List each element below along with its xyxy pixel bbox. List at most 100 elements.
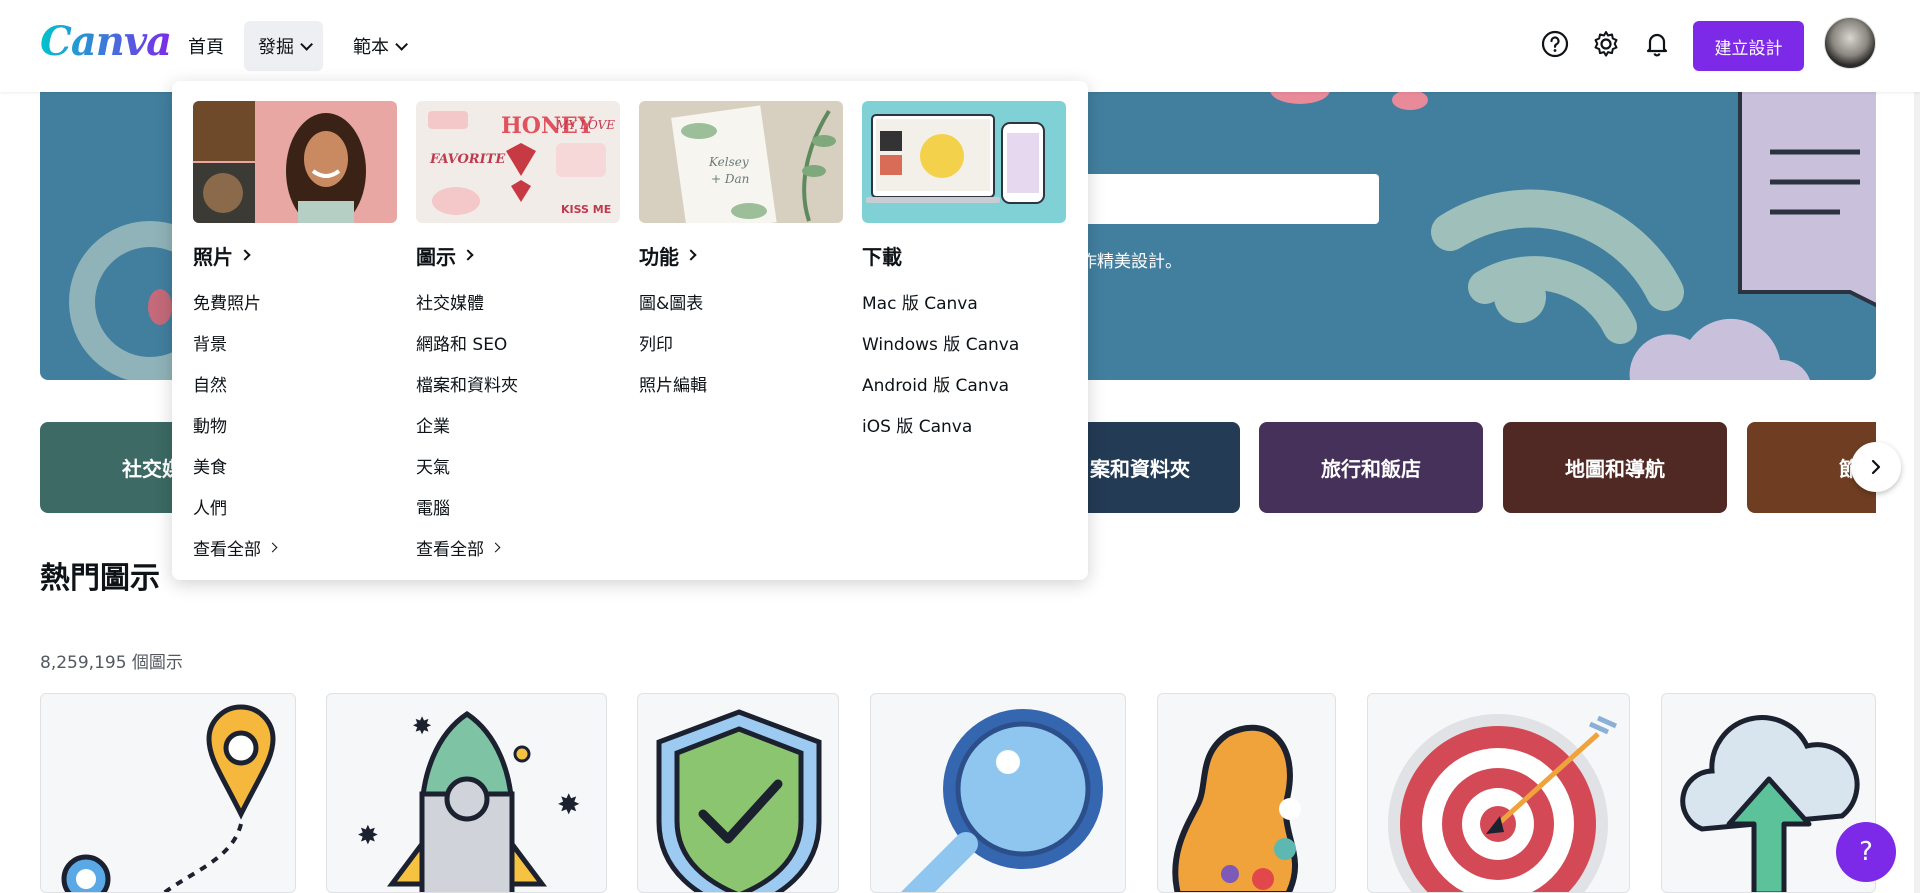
icon-card-target[interactable] bbox=[1367, 693, 1630, 893]
result-count: 8,259,195 個圖示 bbox=[40, 653, 183, 673]
top-navigation-bar: Canva 首頁 發掘 範本 建立設計 bbox=[0, 0, 1920, 92]
icon-card-map-pin[interactable] bbox=[40, 693, 296, 893]
download-heading-label: 下載 bbox=[862, 244, 902, 269]
category-label: 旅行和飯店 bbox=[1321, 457, 1421, 481]
chevron-down-icon bbox=[395, 37, 408, 51]
link-computer[interactable]: 電腦 bbox=[416, 486, 620, 527]
link-files-folders[interactable]: 檔案和資料夾 bbox=[416, 363, 620, 404]
category-label: 地圖和導航 bbox=[1565, 457, 1665, 481]
link-weather[interactable]: 天氣 bbox=[416, 445, 620, 486]
nav-discover-label: 發掘 bbox=[258, 37, 294, 58]
avatar[interactable] bbox=[1824, 17, 1876, 69]
download-link-list: Mac 版 Canva Windows 版 Canva Android 版 Ca… bbox=[862, 281, 1066, 445]
features-link-list: 圖&圖表 列印 照片編輯 bbox=[639, 281, 843, 404]
graphics-heading[interactable]: 圖示 bbox=[416, 241, 620, 269]
nav-home[interactable]: 首頁 bbox=[174, 21, 238, 71]
gear-icon[interactable] bbox=[1590, 28, 1622, 60]
target-icon bbox=[1388, 714, 1618, 892]
nav-templates-label: 範本 bbox=[353, 37, 389, 58]
graphics-image: HONEY MY LOVE FAVORITE KISS ME bbox=[416, 101, 620, 223]
link-social-media[interactable]: 社交媒體 bbox=[416, 281, 620, 322]
section-title: 熱門圖示 bbox=[40, 561, 160, 596]
svg-text:FAVORITE: FAVORITE bbox=[429, 152, 506, 167]
create-design-button[interactable]: 建立設計 bbox=[1693, 21, 1804, 71]
palette-icon bbox=[1172, 724, 1301, 892]
link-nature[interactable]: 自然 bbox=[193, 363, 397, 404]
bell-icon[interactable] bbox=[1641, 28, 1673, 60]
icon-card-rocket[interactable]: ✸ ✸ ✸ bbox=[326, 693, 607, 893]
category-label: 案和資料夾 bbox=[1090, 457, 1190, 481]
photos-link-list: 免費照片 背景 自然 動物 美食 人們 查看全部 bbox=[193, 281, 397, 568]
category-tile-travel[interactable]: 旅行和飯店 bbox=[1259, 422, 1483, 513]
nav-home-label: 首頁 bbox=[188, 37, 224, 58]
link-android[interactable]: Android 版 Canva bbox=[862, 363, 1066, 404]
chevron-right-icon bbox=[685, 249, 697, 261]
link-web-seo[interactable]: 網路和 SEO bbox=[416, 322, 620, 363]
photos-image bbox=[193, 101, 397, 223]
discover-dropdown-menu: 照片 免費照片 背景 自然 動物 美食 人們 查看全部 HONEY MY LOV… bbox=[172, 81, 1088, 580]
photos-thumbnail[interactable] bbox=[193, 101, 397, 223]
icon-card-shield[interactable] bbox=[637, 693, 839, 893]
photos-see-all-link[interactable]: 查看全部 bbox=[193, 527, 397, 568]
link-backgrounds[interactable]: 背景 bbox=[193, 322, 397, 363]
link-food[interactable]: 美食 bbox=[193, 445, 397, 486]
icon-card-palette[interactable] bbox=[1157, 693, 1336, 893]
dropdown-column-graphics: HONEY MY LOVE FAVORITE KISS ME 圖示 社交媒體 網… bbox=[416, 101, 620, 568]
nav-discover[interactable]: 發掘 bbox=[244, 21, 323, 71]
features-heading-label: 功能 bbox=[639, 244, 679, 269]
link-people[interactable]: 人們 bbox=[193, 486, 397, 527]
link-photo-editing[interactable]: 照片編輯 bbox=[639, 363, 843, 404]
link-print[interactable]: 列印 bbox=[639, 322, 843, 363]
link-animals[interactable]: 動物 bbox=[193, 404, 397, 445]
link-windows[interactable]: Windows 版 Canva bbox=[862, 322, 1066, 363]
graphics-see-all-link[interactable]: 查看全部 bbox=[416, 527, 620, 568]
category-tile-maps[interactable]: 地圖和導航 bbox=[1503, 422, 1727, 513]
chevron-right-icon bbox=[239, 249, 251, 261]
carousel-next-button[interactable] bbox=[1851, 442, 1901, 492]
features-image: Kelsey + Dan bbox=[639, 101, 843, 223]
hero-search-input[interactable] bbox=[1080, 174, 1379, 224]
download-thumbnail[interactable] bbox=[862, 101, 1066, 223]
dropdown-column-photos: 照片 免費照片 背景 自然 動物 美食 人們 查看全部 bbox=[193, 101, 397, 568]
svg-text:MY LOVE: MY LOVE bbox=[555, 118, 615, 132]
icon-card-magnifier[interactable] bbox=[870, 693, 1126, 893]
link-mac[interactable]: Mac 版 Canva bbox=[862, 281, 1066, 322]
canva-logo[interactable]: Canva bbox=[40, 18, 172, 65]
link-charts[interactable]: 圖&圖表 bbox=[639, 281, 843, 322]
magnifier-icon bbox=[901, 709, 1103, 892]
help-icon[interactable] bbox=[1539, 28, 1571, 60]
link-ios[interactable]: iOS 版 Canva bbox=[862, 404, 1066, 445]
link-business[interactable]: 企業 bbox=[416, 404, 620, 445]
svg-text:✸: ✸ bbox=[357, 821, 379, 851]
svg-text:Kelsey: Kelsey bbox=[708, 155, 749, 169]
hero-subtitle: 作精美設計。 bbox=[1080, 252, 1182, 272]
chevron-right-icon bbox=[1871, 459, 1881, 475]
svg-text:✸: ✸ bbox=[412, 712, 432, 740]
download-heading: 下載 bbox=[862, 241, 1066, 269]
features-thumbnail[interactable]: Kelsey + Dan bbox=[639, 101, 843, 223]
chevron-right-icon bbox=[267, 542, 278, 553]
nav-templates[interactable]: 範本 bbox=[339, 21, 418, 71]
features-heading[interactable]: 功能 bbox=[639, 241, 843, 269]
chevron-down-icon bbox=[300, 37, 313, 51]
dropdown-column-features: Kelsey + Dan 功能 圖&圖表 列印 照片編輯 bbox=[639, 101, 843, 404]
dropdown-column-download: 下載 Mac 版 Canva Windows 版 Canva Android 版… bbox=[862, 101, 1066, 445]
photos-heading[interactable]: 照片 bbox=[193, 241, 397, 269]
page-scrollbar[interactable] bbox=[1914, 0, 1920, 893]
svg-text:✸: ✸ bbox=[557, 788, 580, 821]
chevron-right-icon bbox=[490, 542, 501, 553]
chevron-right-icon bbox=[462, 249, 474, 261]
see-all-label: 查看全部 bbox=[416, 540, 484, 560]
shield-check-icon bbox=[656, 709, 822, 892]
map-pin-icon bbox=[61, 704, 276, 892]
download-image bbox=[862, 101, 1066, 223]
graphics-thumbnail[interactable]: HONEY MY LOVE FAVORITE KISS ME bbox=[416, 101, 620, 223]
link-free-photos[interactable]: 免費照片 bbox=[193, 281, 397, 322]
photos-heading-label: 照片 bbox=[193, 244, 233, 269]
svg-text:KISS ME: KISS ME bbox=[561, 203, 611, 216]
graphics-link-list: 社交媒體 網路和 SEO 檔案和資料夾 企業 天氣 電腦 查看全部 bbox=[416, 281, 620, 568]
svg-text:+ Dan: + Dan bbox=[711, 172, 749, 186]
help-chat-button[interactable]: ? bbox=[1836, 822, 1896, 882]
rocket-icon: ✸ ✸ ✸ bbox=[357, 710, 580, 892]
see-all-label: 查看全部 bbox=[193, 540, 261, 560]
